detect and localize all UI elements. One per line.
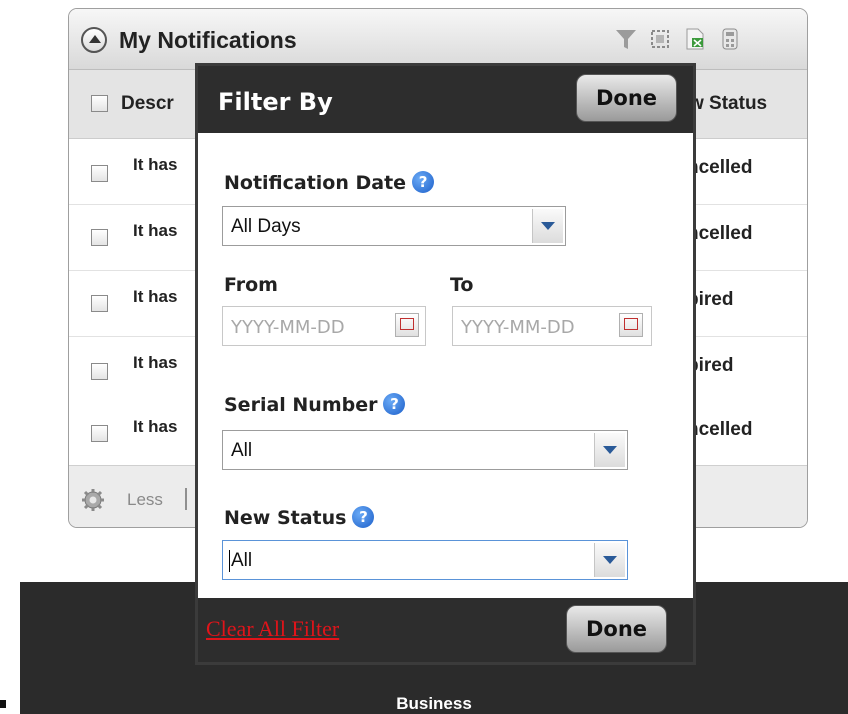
help-icon[interactable]: ? [352,506,375,528]
row-status: ncelled [687,223,753,244]
calculator-icon[interactable] [719,27,741,51]
row-checkbox[interactable] [91,229,108,246]
gear-icon[interactable] [81,488,105,512]
new-status-select[interactable]: All [222,540,628,580]
footer-business-link[interactable]: Business [20,694,848,714]
widget-header: My Notifications [69,9,807,70]
chevron-down-icon[interactable] [594,543,625,577]
new-status-label: New Status? [224,506,375,529]
column-header-description[interactable]: Descr [121,93,174,115]
row-description: It has [133,155,178,174]
help-icon[interactable]: ? [412,171,435,193]
new-status-value: All [228,550,253,572]
from-date-input[interactable]: YYYY-MM-DD [222,306,426,346]
calendar-icon[interactable] [619,313,643,337]
done-button-bottom[interactable]: Done [566,605,667,653]
notification-date-label: Notification Date? [224,171,435,194]
new-status-label-text: New Status [224,507,347,529]
from-date-placeholder: YYYY-MM-DD [231,317,345,338]
notification-date-value: All Days [231,216,301,237]
serial-number-select[interactable]: All [222,430,628,470]
row-description: It has [133,353,178,372]
to-label: To [450,274,474,296]
calendar-icon[interactable] [395,313,419,337]
clear-all-filter-link[interactable]: Clear All Filter [206,616,339,642]
help-icon[interactable]: ? [383,393,406,415]
row-description: It has [133,287,178,306]
serial-number-value: All [231,440,253,461]
notification-date-select[interactable]: All Days [222,206,566,246]
row-checkbox[interactable] [91,363,108,380]
chevron-down-icon[interactable] [594,433,625,467]
collapse-icon[interactable] [81,27,107,53]
to-date-placeholder: YYYY-MM-DD [461,317,575,338]
done-button-top[interactable]: Done [576,74,677,122]
serial-number-label-text: Serial Number [224,394,378,416]
filter-title: Filter By [218,88,333,116]
row-checkbox[interactable] [91,425,108,442]
filter-popup: Filter By Done Notification Date? All Da… [195,63,696,665]
column-header-new-status[interactable]: w Status [689,93,767,115]
row-checkbox[interactable] [91,165,108,182]
serial-number-label: Serial Number? [224,393,406,416]
select-all-checkbox[interactable] [91,95,108,112]
row-status: ncelled [687,419,753,440]
notification-date-label-text: Notification Date [224,172,407,194]
chevron-down-icon[interactable] [532,209,563,243]
row-status: ncelled [687,157,753,178]
row-description: It has [133,417,178,436]
from-label: From [224,274,278,296]
excel-export-icon[interactable] [684,27,706,51]
row-description: It has [133,221,178,240]
widget-title: My Notifications [119,27,297,53]
row-checkbox[interactable] [91,295,108,312]
to-date-input[interactable]: YYYY-MM-DD [452,306,652,346]
filter-popup-header: Filter By Done [198,66,693,133]
footer-divider [185,488,187,510]
filter-popup-footer: Clear All Filter Done [198,598,693,662]
column-chooser-icon[interactable] [649,27,671,51]
footer-edge-mark [0,700,6,708]
filter-icon[interactable] [615,27,637,51]
less-toggle[interactable]: Less [127,490,163,510]
